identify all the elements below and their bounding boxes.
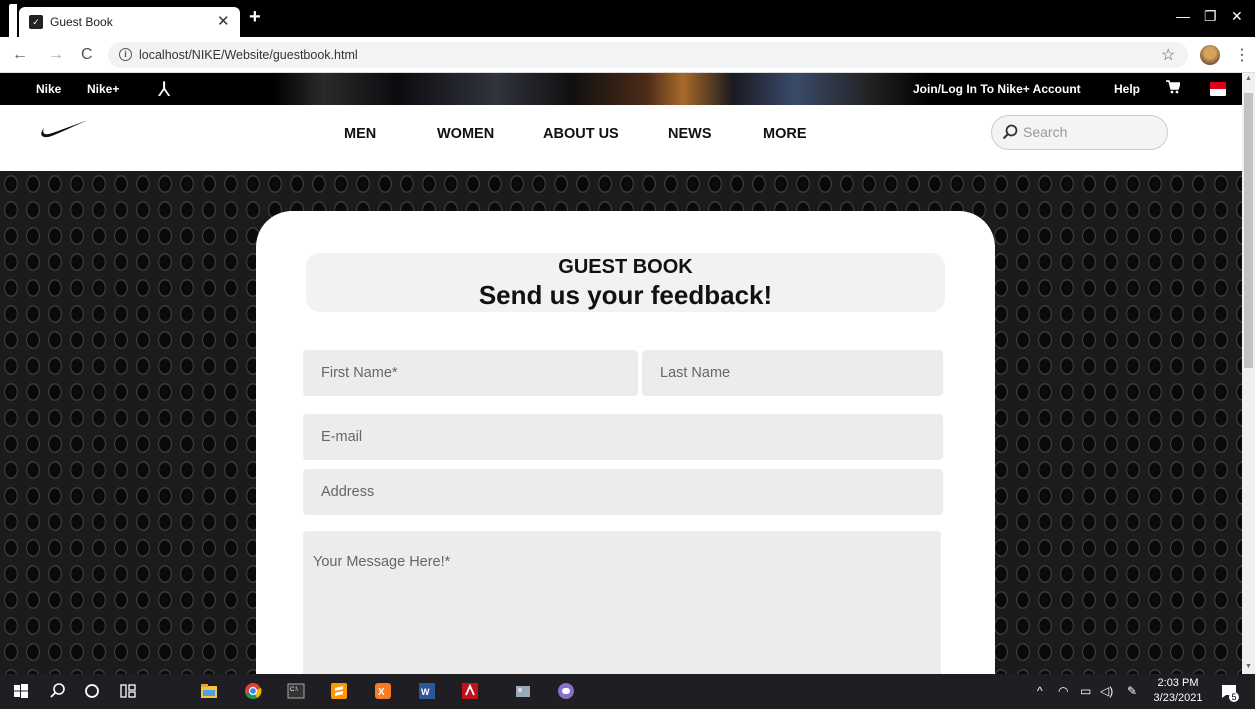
clock-date[interactable]: 3/23/2021	[1150, 692, 1206, 704]
site-header: MEN WOMEN ABOUT US NEWS MORE Search	[0, 105, 1242, 171]
wifi-icon[interactable]: ◠	[1058, 684, 1068, 698]
photos-icon[interactable]	[514, 682, 532, 700]
email-field[interactable]	[303, 414, 943, 460]
nav-news[interactable]: NEWS	[668, 126, 712, 142]
scroll-thumb[interactable]	[1244, 93, 1253, 368]
windows-start-icon[interactable]	[12, 682, 30, 700]
info-icon[interactable]: i	[119, 48, 132, 61]
guestbook-card: GUEST BOOK Send us your feedback!	[256, 211, 995, 691]
chrome-icon[interactable]	[244, 682, 262, 700]
profile-avatar-icon[interactable]	[1200, 45, 1220, 65]
clock-time[interactable]: 2:03 PM	[1153, 677, 1203, 689]
address-field[interactable]	[303, 469, 943, 515]
close-window-icon[interactable]: ✕	[1231, 8, 1243, 25]
close-tab-icon[interactable]: ✕	[217, 12, 230, 30]
page-scrollbar[interactable]: ▲ ▼	[1242, 73, 1255, 674]
terminal-icon[interactable]: C:\	[287, 682, 305, 700]
nike-swoosh-logo-icon[interactable]	[40, 119, 88, 139]
search-taskbar-icon[interactable]	[49, 682, 67, 700]
browser-logo-icon	[9, 4, 17, 37]
file-explorer-icon[interactable]	[200, 682, 218, 700]
browser-tab[interactable]: ✓ Guest Book ✕	[19, 7, 240, 37]
pen-icon[interactable]: ✎	[1127, 684, 1137, 698]
task-view-icon[interactable]	[119, 682, 137, 700]
search-input[interactable]: Search	[991, 115, 1168, 150]
restore-icon[interactable]: ❐	[1204, 8, 1217, 25]
jordan-logo-icon[interactable]: ⅄	[158, 77, 170, 102]
last-name-field[interactable]	[642, 350, 943, 396]
reload-icon[interactable]: C	[81, 46, 93, 64]
minimize-icon[interactable]: —	[1176, 8, 1190, 24]
new-tab-icon[interactable]: +	[249, 6, 261, 29]
nike-top-bar: Nike Nike+ ⅄ Join/Log In To Nike+ Accoun…	[0, 73, 1242, 105]
battery-icon[interactable]: ▭	[1080, 684, 1091, 698]
xampp-icon[interactable]: X	[374, 682, 392, 700]
nav-women[interactable]: WOMEN	[437, 126, 494, 142]
scroll-down-icon[interactable]: ▼	[1245, 663, 1252, 670]
nav-more[interactable]: MORE	[763, 126, 807, 142]
flag-icon[interactable]	[1210, 82, 1226, 96]
account-link[interactable]: Join/Log In To Nike+ Account	[913, 82, 1081, 96]
svg-text:W: W	[421, 687, 430, 697]
help-link[interactable]: Help	[1114, 82, 1140, 96]
notification-count: 5	[1229, 692, 1239, 702]
search-icon	[1002, 124, 1018, 140]
forward-icon[interactable]: →	[48, 46, 64, 64]
acrobat-icon[interactable]	[461, 682, 479, 700]
message-field[interactable]	[303, 531, 941, 681]
topbar-link-nike-plus[interactable]: Nike+	[87, 82, 119, 96]
bookmark-star-icon[interactable]: ☆	[1161, 45, 1175, 65]
first-name-field[interactable]	[303, 350, 638, 396]
scroll-up-icon[interactable]: ▲	[1245, 75, 1252, 82]
tab-title: Guest Book	[50, 15, 113, 29]
sublime-text-icon[interactable]	[330, 682, 348, 700]
search-placeholder: Search	[1023, 124, 1068, 140]
svg-text:C:\: C:\	[290, 687, 298, 693]
url-text[interactable]: localhost/NIKE/Website/guestbook.html	[139, 48, 358, 62]
guestbook-heading: GUEST BOOK Send us your feedback!	[306, 253, 945, 312]
tray-chevron-icon[interactable]: ^	[1037, 684, 1043, 698]
cortana-icon[interactable]	[83, 682, 101, 700]
volume-icon[interactable]: ◁)	[1100, 684, 1113, 698]
windows-taskbar: C:\ X W ^ ◠ ▭ ◁) ✎ 2:03 PM 3/23/2021 5	[0, 674, 1255, 709]
nike-favicon-icon: ✓	[29, 15, 43, 29]
heading-small: GUEST BOOK	[558, 256, 693, 278]
word-icon[interactable]: W	[418, 682, 436, 700]
topbar-link-nike[interactable]: Nike	[36, 82, 61, 96]
svg-text:X: X	[378, 687, 385, 698]
back-icon[interactable]: ←	[12, 46, 28, 64]
browser-tab-bar: ✓ Guest Book ✕ + — ❐ ✕	[0, 0, 1255, 37]
omnibox[interactable]: i localhost/NIKE/Website/guestbook.html	[108, 42, 1188, 68]
nav-men[interactable]: MEN	[344, 126, 376, 142]
nav-about-us[interactable]: ABOUT US	[543, 126, 619, 142]
browser-address-bar: ← → C i localhost/NIKE/Website/guestbook…	[0, 37, 1255, 73]
browser-menu-icon[interactable]: ⋮	[1234, 45, 1250, 65]
heading-big: Send us your feedback!	[478, 280, 773, 310]
cart-icon[interactable]	[1166, 80, 1180, 94]
discord-icon[interactable]	[557, 682, 575, 700]
